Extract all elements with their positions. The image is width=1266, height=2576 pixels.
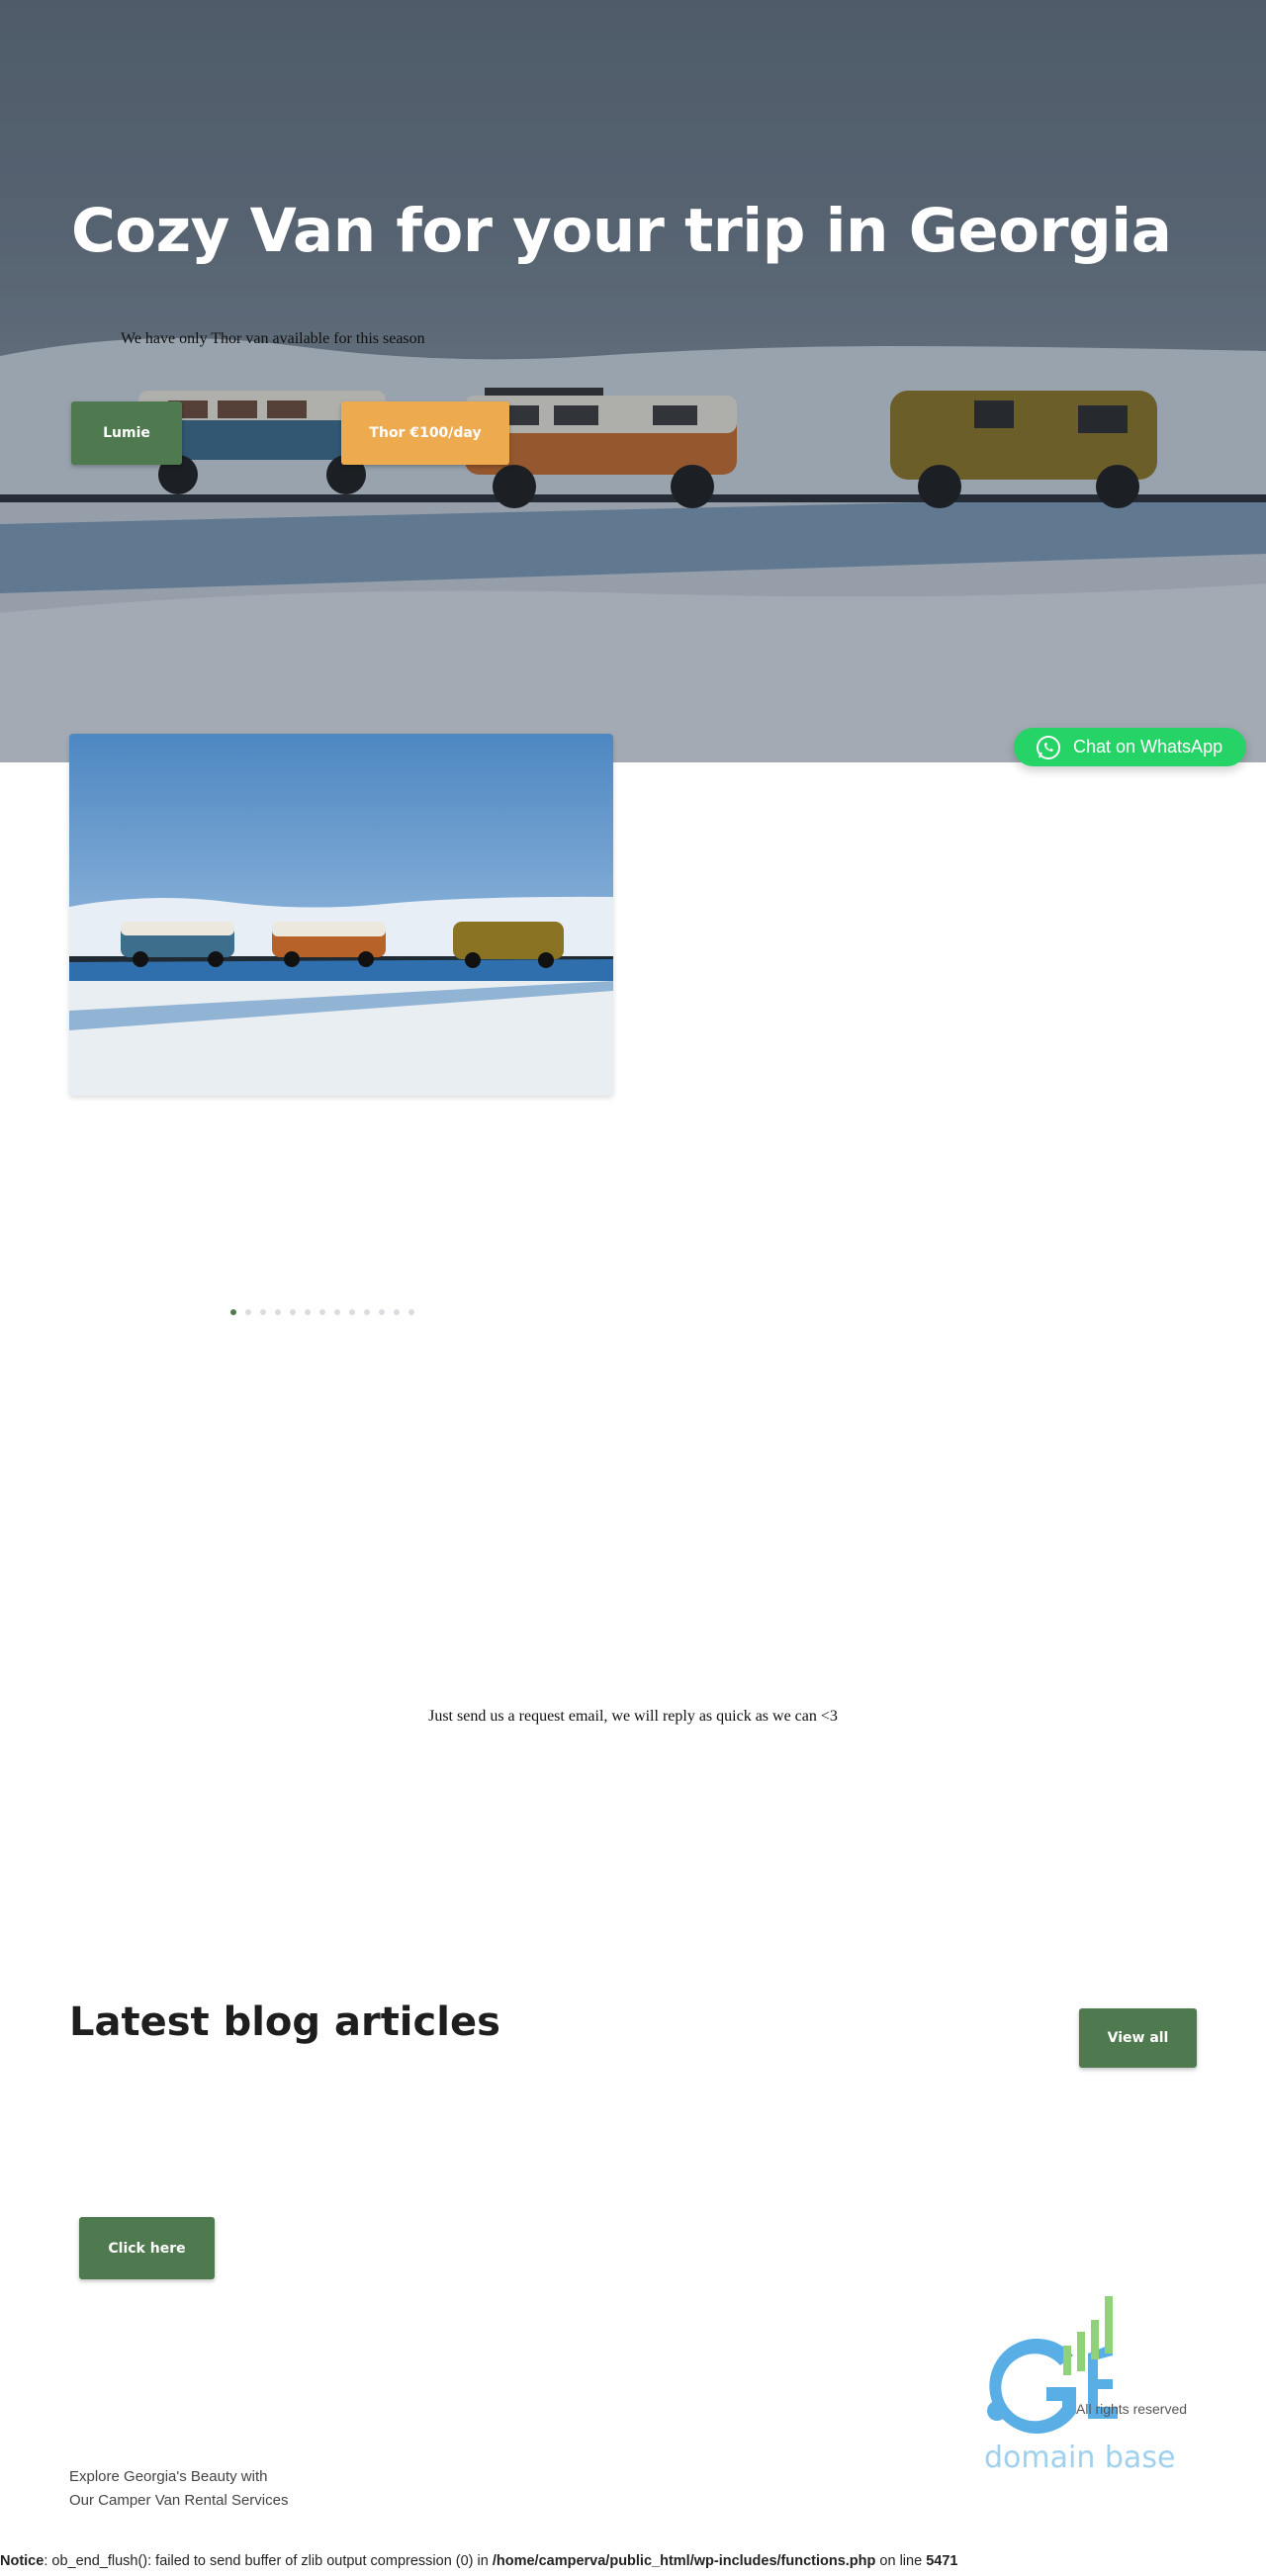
copyright-text: All rights reserved <box>1076 2401 1188 2417</box>
whatsapp-chat-button[interactable]: Chat on WhatsApp <box>1014 728 1246 766</box>
whatsapp-icon <box>1037 735 1060 759</box>
view-all-button[interactable]: View all <box>1079 2008 1197 2068</box>
notice-path: /home/camperva/public_html/wp-includes/f… <box>492 2553 876 2569</box>
vans-in-snow-image <box>69 734 613 1096</box>
whatsapp-label: Chat on WhatsApp <box>1073 737 1223 756</box>
php-notice: Notice: ob_end_flush(): failed to send b… <box>0 2553 957 2569</box>
slider-dot[interactable] <box>275 1309 281 1315</box>
footer-tagline-line2: Our Camper Van Rental Services <box>69 2492 289 2509</box>
notice-line: 5471 <box>926 2553 958 2569</box>
logo-text: domain base <box>984 2441 1175 2475</box>
request-email-text: Just send us a request email, we will re… <box>428 1708 838 1725</box>
notice-label: Notice <box>0 2553 45 2569</box>
hero-subtitle: We have only Thor van available for this… <box>121 330 425 347</box>
slider-dot[interactable] <box>364 1309 370 1315</box>
slider-dot[interactable] <box>260 1309 266 1315</box>
slider-dot[interactable] <box>290 1309 296 1315</box>
blog-section-title: Latest blog articles <box>69 1999 500 2045</box>
slider-dot[interactable] <box>334 1309 340 1315</box>
slider-dot[interactable] <box>408 1309 414 1315</box>
slider-dot[interactable] <box>379 1309 385 1315</box>
notice-message: : ob_end_flush(): failed to send buffer … <box>44 2553 493 2569</box>
domain-base-logo: domain base <box>984 2296 1175 2475</box>
footer-tagline-line1: Explore Georgia's Beauty with <box>69 2468 268 2485</box>
slider-dot[interactable] <box>319 1309 325 1315</box>
footer-tagline: Explore Georgia's Beauty with Our Camper… <box>69 2465 288 2513</box>
hero-overlay <box>0 0 1266 762</box>
slider-dot[interactable] <box>349 1309 355 1315</box>
hero-section: Cozy Van for your trip in Georgia We hav… <box>0 0 1266 762</box>
page-title: Cozy Van for your trip in Georgia <box>71 196 1172 266</box>
click-here-button[interactable]: Click here <box>79 2217 215 2279</box>
thor-button[interactable]: Thor €100/day <box>341 401 509 465</box>
slider-dot[interactable] <box>305 1309 311 1315</box>
slider-dot[interactable] <box>245 1309 251 1315</box>
lumie-button[interactable]: Lumie <box>71 401 182 465</box>
slider-pagination <box>230 1309 414 1315</box>
slider-dot[interactable] <box>394 1309 400 1315</box>
slider-dot[interactable] <box>230 1309 236 1315</box>
gallery-image[interactable] <box>69 734 613 1096</box>
notice-on-line: on line <box>875 2553 927 2569</box>
